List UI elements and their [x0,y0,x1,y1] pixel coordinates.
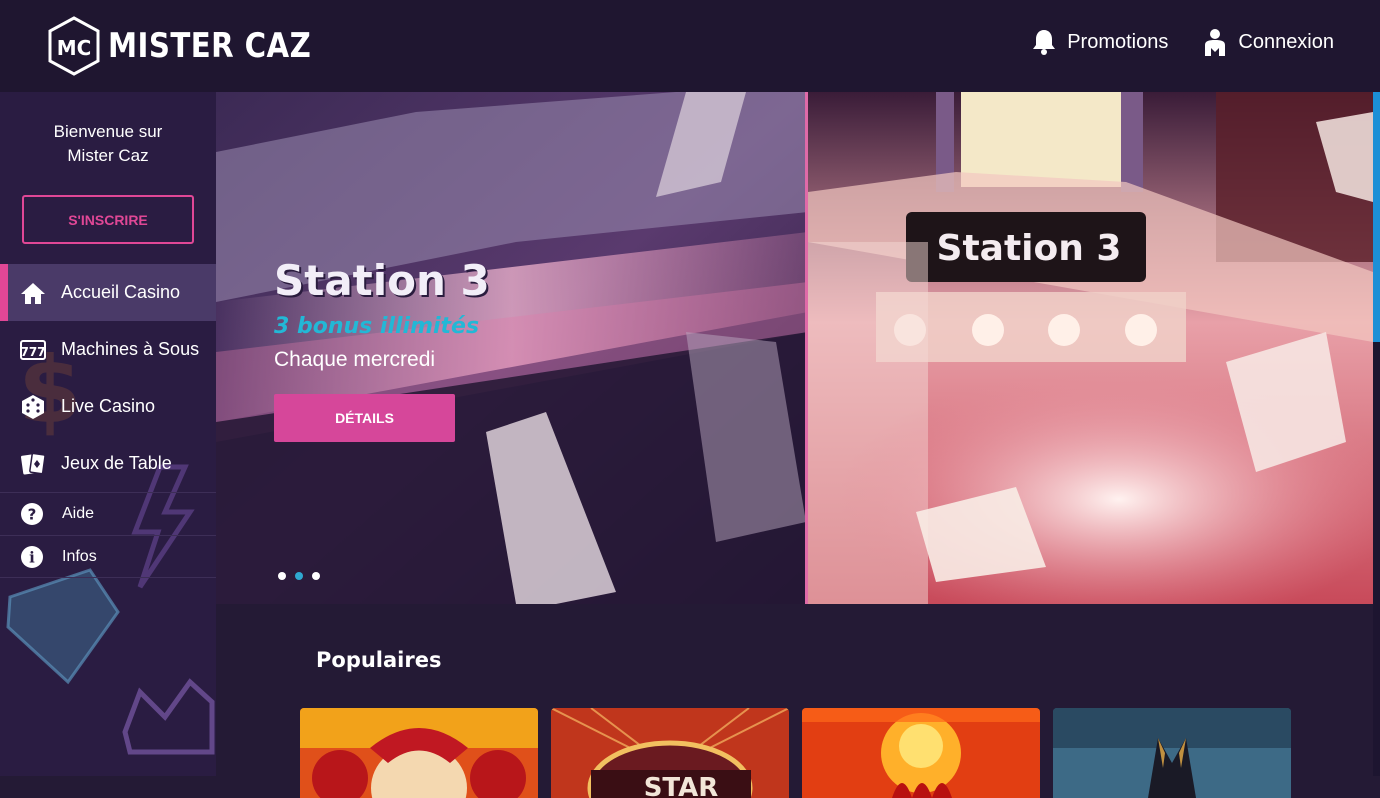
station-sign: Station 3 [916,222,1142,274]
sidebar-menu: Accueil Casino 777 Machines à Sous Live [0,264,216,578]
logo-monogram-icon: MC [48,16,100,76]
popular-games-row: STAR [300,708,1291,798]
svg-text:MC: MC [57,36,92,60]
carousel-dot-2[interactable] [295,572,303,580]
top-bar: MC MISTER CAZ Promotions Connexion [0,0,1380,92]
sidebar-item-aide[interactable]: ? Aide [0,492,216,535]
sidebar-item-machines-a-sous[interactable]: 777 Machines à Sous [0,321,216,378]
logo-text: MISTER CAZ [108,26,312,66]
hero-description: Chaque mercredi [274,348,436,371]
question-icon: ? [20,502,44,526]
connexion-link[interactable]: Connexion [1202,28,1334,56]
game-tile-3[interactable] [802,708,1040,798]
signup-button[interactable]: S'INSCRIRE [22,195,194,244]
dice-icon [20,394,46,420]
info-icon: i [20,545,44,569]
sidebar-item-live-casino[interactable]: Live Casino [0,378,216,435]
sidebar-item-infos[interactable]: i Infos [0,535,216,578]
game-thumbnail-1 [300,708,538,798]
hero-title: Station 3 [274,256,490,305]
connexion-label: Connexion [1238,30,1334,53]
sidebar-item-label: Aide [62,505,95,522]
cards-icon [20,451,46,477]
user-icon [1205,29,1226,56]
hero-subtitle: 3 bonus illimités [274,314,480,339]
game-tile-2[interactable]: STAR [551,708,789,798]
hero-banner[interactable]: Station 3 Station 3 3 bonus illimités Ch… [216,92,1373,604]
svg-text:STAR: STAR [644,773,719,798]
slot-machine-icon: 777 [20,337,46,363]
promotions-label: Promotions [1067,30,1169,53]
scrollbar-thumb[interactable] [1373,92,1380,342]
welcome-text: Bienvenue sur Mister Caz [0,120,216,168]
carousel-dots [278,572,320,580]
sidebar-item-label: Infos [62,547,97,565]
details-button[interactable]: DÉTAILS [274,394,455,442]
game-tile-1[interactable] [300,708,538,798]
svg-text:i: i [29,548,35,566]
svg-text:777: 777 [20,345,45,359]
sidebar-item-label: Machines à Sous [61,339,200,359]
bell-icon [1033,30,1056,55]
carousel-dot-3[interactable] [312,572,320,580]
promotions-link[interactable]: Promotions [1031,28,1168,56]
populaires-heading: Populaires [316,648,442,672]
station-sign-text: Station 3 [936,227,1122,269]
svg-text:?: ? [28,506,37,524]
top-nav: Promotions Connexion [1031,28,1334,56]
carousel-dot-1[interactable] [278,572,286,580]
game-thumbnail-2: STAR [551,708,789,798]
sidebar-item-label: Accueil Casino [61,282,181,302]
welcome-line-1: Bienvenue sur [53,122,163,141]
welcome-line-2: Mister Caz [67,146,149,165]
sidebar-item-label: Jeux de Table [61,453,172,473]
sidebar: $ Bienvenue sur Mister Caz S'INSCRIRE Ac… [0,92,216,776]
home-icon [20,280,46,306]
game-tile-4[interactable] [1053,708,1291,798]
game-thumbnail-4 [1053,708,1291,798]
sidebar-item-accueil-casino[interactable]: Accueil Casino [0,264,216,321]
game-thumbnail-3 [802,708,1040,798]
sidebar-item-label: Live Casino [61,396,156,416]
sidebar-item-jeux-de-table[interactable]: Jeux de Table [0,435,216,492]
logo[interactable]: MC MISTER CAZ [48,16,344,76]
